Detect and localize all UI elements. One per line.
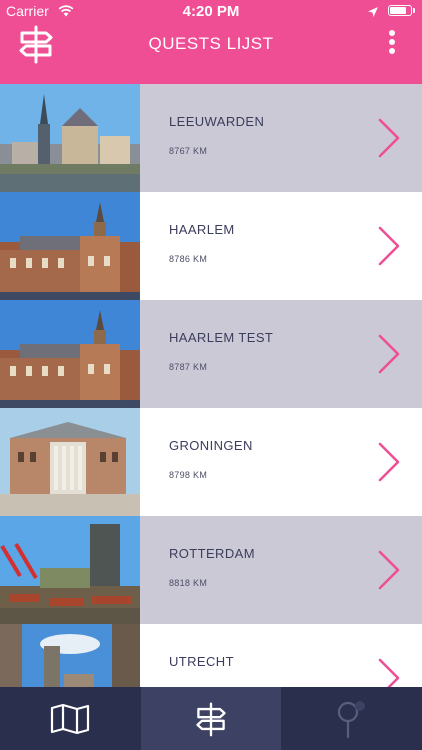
quest-distance: 8798 KM xyxy=(169,470,208,480)
quest-name: ROTTERDAM xyxy=(169,546,255,561)
status-bar: Carrier 4:20 PM xyxy=(0,0,422,22)
map-pin-icon xyxy=(337,700,365,738)
quest-distance: 8767 KM xyxy=(169,146,208,156)
quest-name: LEEUWARDEN xyxy=(169,114,265,129)
quest-row-groningen[interactable]: GRONINGEN 8798 KM xyxy=(0,408,422,516)
tab-bar xyxy=(0,687,422,750)
quest-name: UTRECHT xyxy=(169,654,234,669)
leeuwarden-photo xyxy=(0,84,140,192)
quest-distance: 8787 KM xyxy=(169,362,208,372)
tab-location[interactable] xyxy=(282,687,422,750)
location-arrow-icon xyxy=(367,5,379,21)
quest-row-rotterdam[interactable]: ROTTERDAM 8818 KM xyxy=(0,516,422,624)
chevron-right-icon[interactable] xyxy=(372,332,404,376)
quest-distance: 8818 KM xyxy=(169,578,208,588)
nav-bar: QUESTS LIJST xyxy=(0,22,422,84)
quest-row-haarlem-test[interactable]: HAARLEM TEST 8787 KM xyxy=(0,300,422,408)
chevron-right-icon[interactable] xyxy=(372,440,404,484)
quest-row-utrecht[interactable]: UTRECHT xyxy=(0,624,422,687)
quest-list: LEEUWARDEN 8767 KM HAARLEM 8786 KM HAARL… xyxy=(0,84,422,687)
chevron-right-icon[interactable] xyxy=(372,224,404,268)
clock: 4:20 PM xyxy=(182,3,240,20)
more-vertical-icon[interactable] xyxy=(380,28,404,58)
chevron-right-icon[interactable] xyxy=(372,656,404,687)
rotterdam-photo xyxy=(0,516,140,624)
quest-row-haarlem[interactable]: HAARLEM 8786 KM xyxy=(0,192,422,300)
quest-name: HAARLEM xyxy=(169,222,235,237)
utrecht-photo xyxy=(0,624,140,687)
chevron-right-icon[interactable] xyxy=(372,548,404,592)
map-icon xyxy=(50,703,90,734)
quest-name: HAARLEM TEST xyxy=(169,330,274,345)
tab-quests[interactable] xyxy=(141,687,281,750)
signpost-icon xyxy=(196,702,226,736)
quest-row-leeuwarden[interactable]: LEEUWARDEN 8767 KM xyxy=(0,84,422,192)
tab-map[interactable] xyxy=(0,687,140,750)
battery-icon xyxy=(388,5,415,16)
chevron-right-icon[interactable] xyxy=(372,116,404,160)
quest-name: GRONINGEN xyxy=(169,438,253,453)
haarlem-photo xyxy=(0,300,140,408)
page-title: QUESTS LIJST xyxy=(148,34,274,53)
quest-distance: 8786 KM xyxy=(169,254,208,264)
haarlem-photo xyxy=(0,192,140,300)
groningen-photo xyxy=(0,408,140,516)
